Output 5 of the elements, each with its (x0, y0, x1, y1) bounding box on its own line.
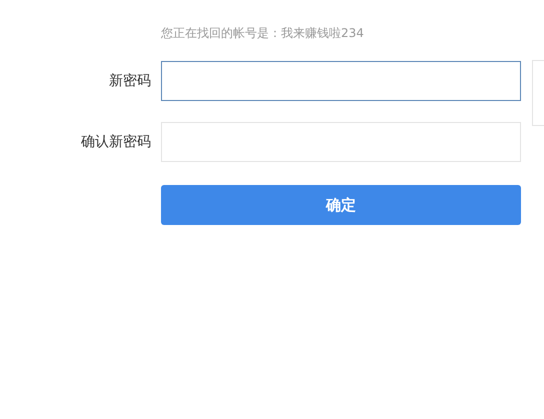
account-notice: 您正在找回的帐号是：我来赚钱啦234 (161, 25, 364, 42)
password-field[interactable] (161, 61, 521, 101)
field-label: 确认新密码 (80, 133, 151, 151)
confirm-button[interactable]: 确定 (161, 185, 521, 225)
field-label: 新密码 (108, 72, 151, 90)
